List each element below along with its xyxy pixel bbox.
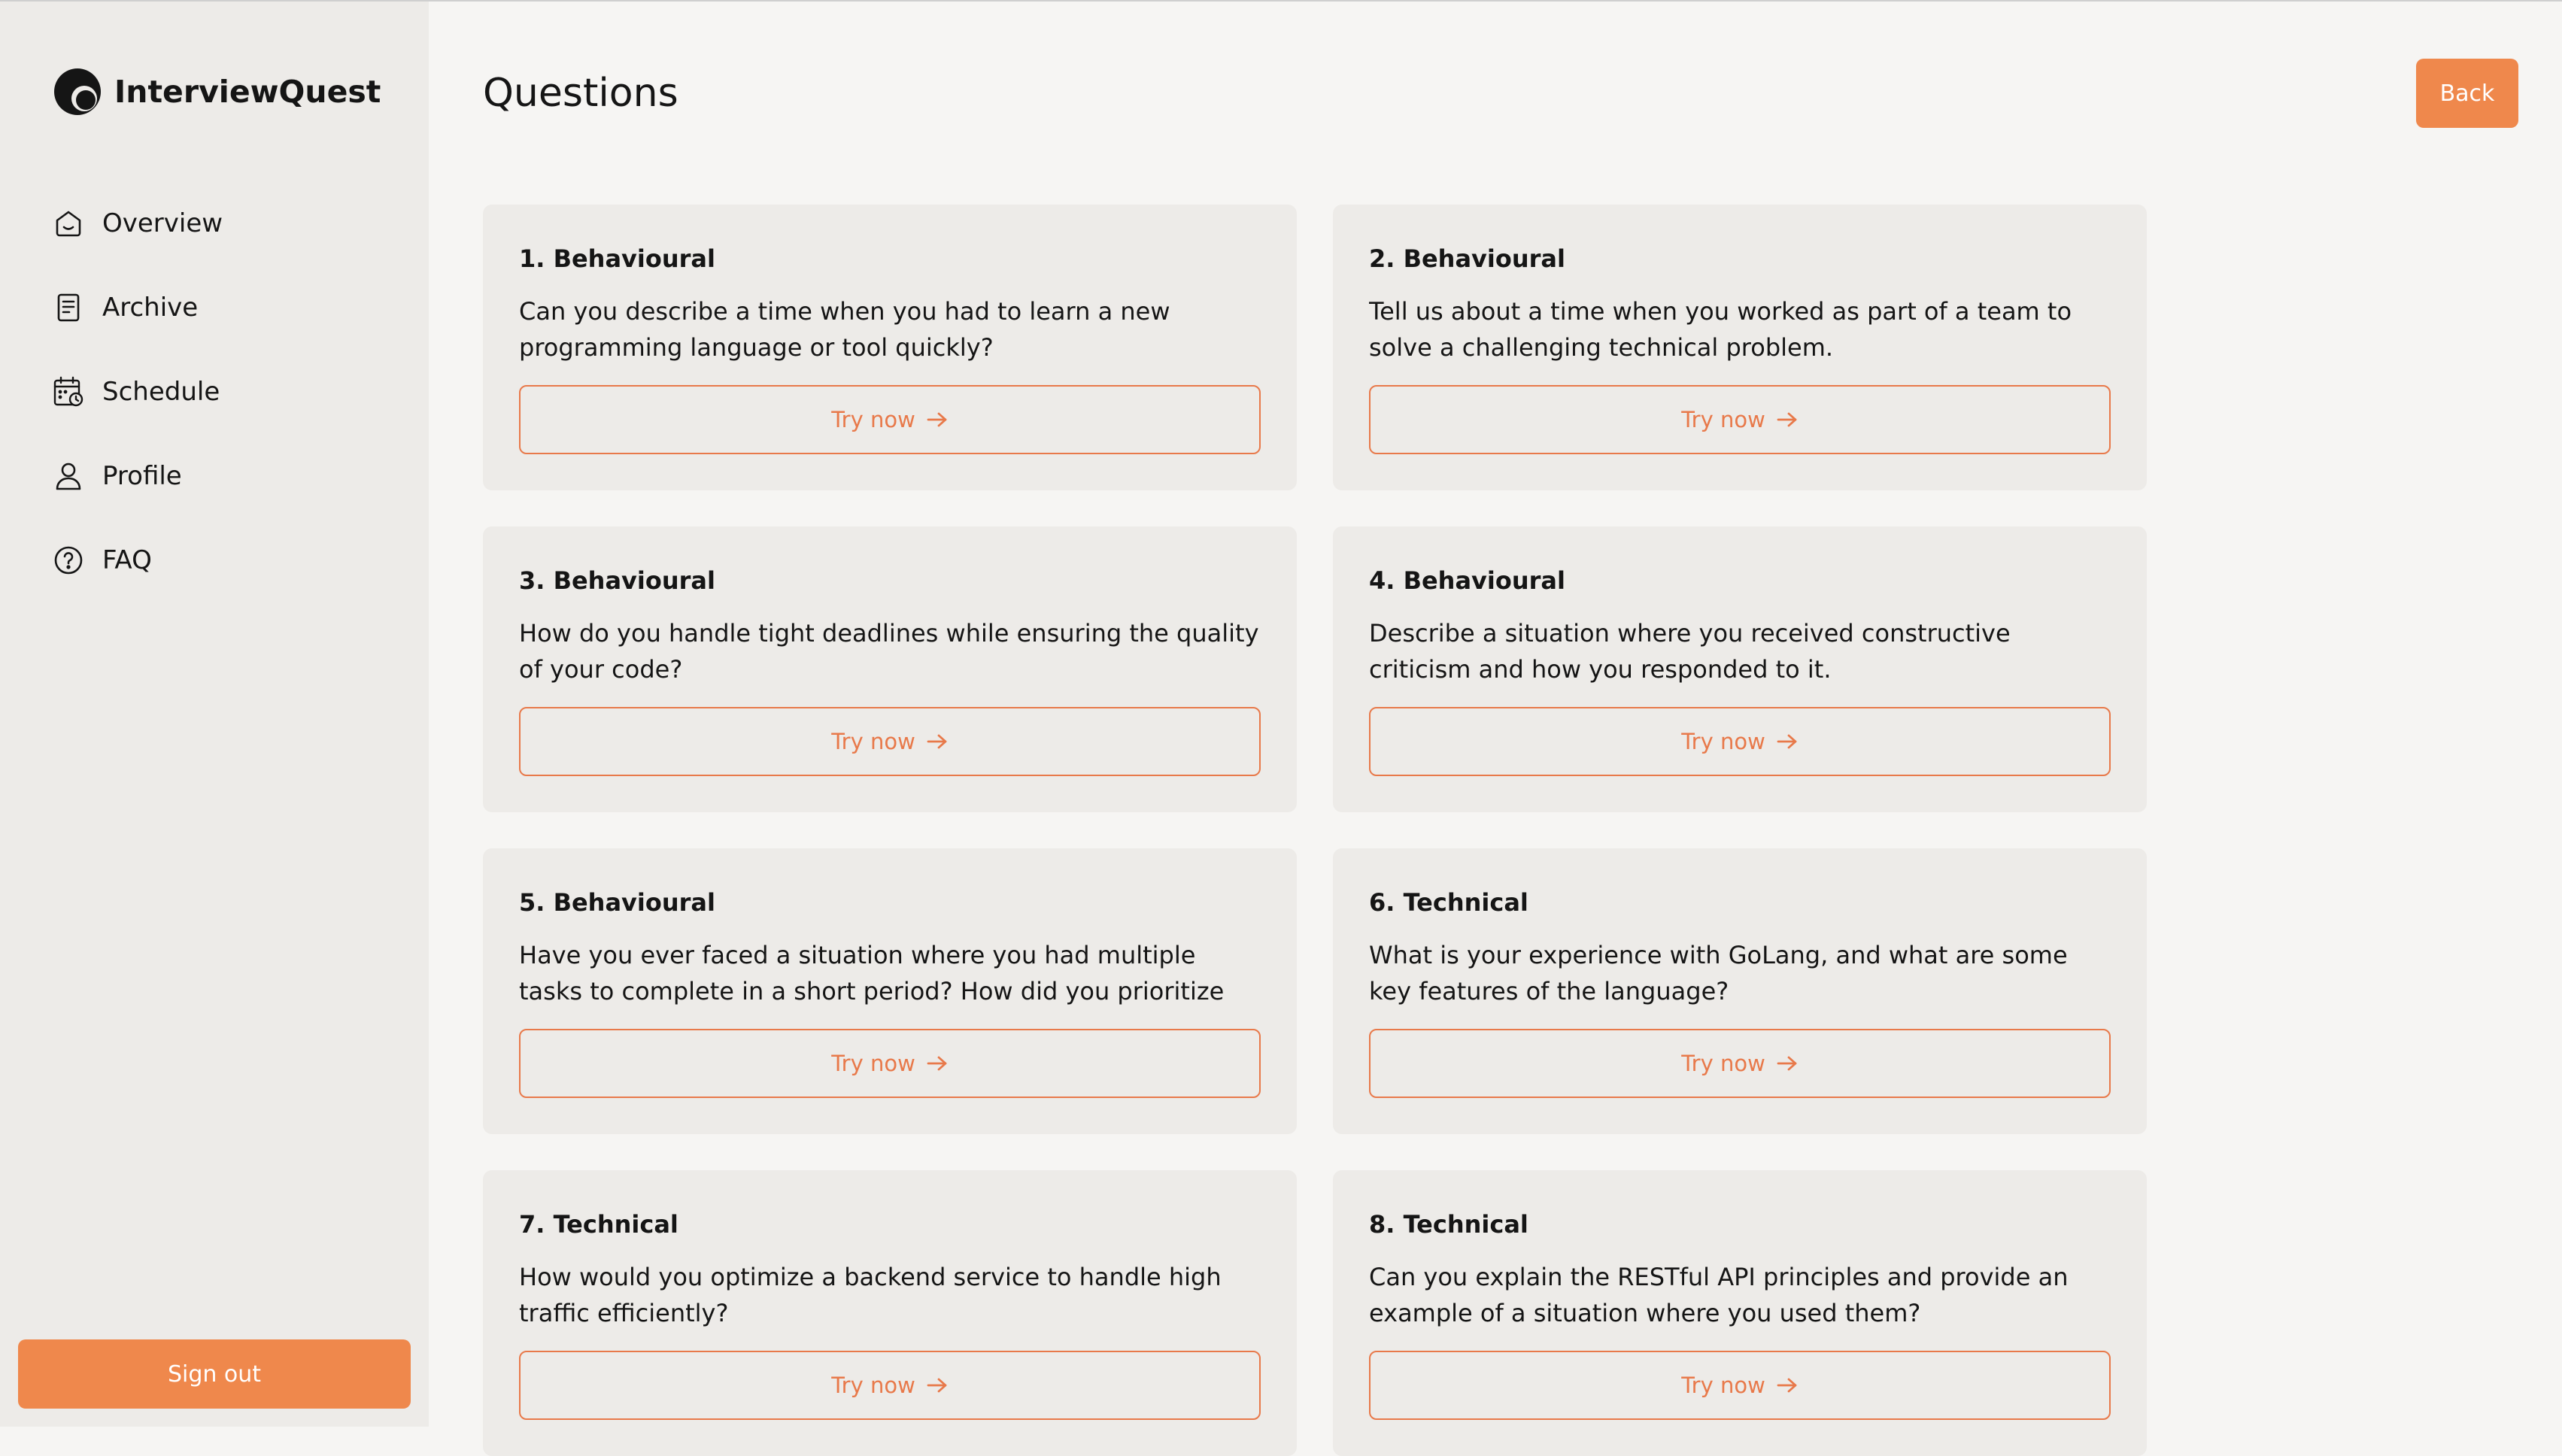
user-icon [56, 463, 81, 490]
question-title: 3. Behavioural [519, 566, 715, 595]
try-now-button[interactable]: Try now [1369, 707, 2111, 776]
try-now-button[interactable]: Try now [1369, 1351, 2111, 1420]
sign-out-button[interactable]: Sign out [18, 1339, 411, 1409]
sidebar-item-label: Archive [102, 293, 199, 323]
try-now-label: Try now [831, 407, 915, 432]
try-now-button[interactable]: Try now [519, 707, 1261, 776]
sidebar-item-profile[interactable]: Profile [53, 451, 384, 501]
try-now-label: Try now [831, 1373, 915, 1398]
page-title: Questions [483, 71, 678, 116]
sidebar-nav: Overview Archive Schedule Profile FAQ [53, 199, 384, 620]
brand-name: InterviewQuest [114, 74, 381, 110]
try-now-label: Try now [1681, 729, 1765, 754]
arrow-right-icon [927, 412, 947, 427]
help-circle-icon [54, 546, 83, 575]
question-text: Can you describe a time when you had to … [519, 297, 1170, 362]
sidebar-item-schedule[interactable]: Schedule [53, 367, 384, 417]
try-now-label: Try now [1681, 1051, 1765, 1076]
arrow-right-icon [1777, 734, 1797, 749]
document-icon [57, 293, 80, 322]
question-card: 2. Behavioural Tell us about a time when… [1333, 205, 2147, 490]
arrow-right-icon [927, 1056, 947, 1071]
question-text: Tell us about a time when you worked as … [1369, 297, 2072, 362]
sidebar-item-label: Profile [102, 461, 182, 491]
try-now-label: Try now [1681, 1373, 1765, 1398]
question-text: Describe a situation where you received … [1369, 619, 2011, 684]
questions-grid: 1. Behavioural Can you describe a time w… [483, 205, 2148, 1456]
question-title: 4. Behavioural [1369, 566, 1565, 595]
question-card: 5. Behavioural Have you ever faced a sit… [483, 848, 1297, 1134]
try-now-button[interactable]: Try now [519, 1029, 1261, 1098]
try-now-button[interactable]: Try now [1369, 385, 2111, 454]
calendar-clock-icon [53, 376, 83, 407]
question-card: 7. Technical How would you optimize a ba… [483, 1170, 1297, 1456]
sidebar-item-overview[interactable]: Overview [53, 199, 384, 248]
arrow-right-icon [927, 734, 947, 749]
try-now-label: Try now [831, 729, 915, 754]
brand[interactable]: InterviewQuest [53, 66, 381, 117]
sidebar-item-label: FAQ [102, 545, 152, 575]
back-button[interactable]: Back [2416, 59, 2518, 128]
arrow-right-icon [1777, 412, 1797, 427]
question-text: What is your experience with GoLang, and… [1369, 941, 2068, 1006]
question-card: 4. Behavioural Describe a situation wher… [1333, 526, 2147, 812]
question-title: 5. Behavioural [519, 888, 715, 917]
question-title: 1. Behavioural [519, 244, 715, 273]
sidebar-item-label: Schedule [102, 377, 220, 407]
sidebar-item-archive[interactable]: Archive [53, 283, 384, 332]
question-title: 7. Technical [519, 1210, 678, 1239]
question-card: 6. Technical What is your experience wit… [1333, 848, 2147, 1134]
question-title: 2. Behavioural [1369, 244, 1565, 273]
try-now-label: Try now [831, 1051, 915, 1076]
sidebar: InterviewQuest Overview Archive Schedule… [0, 2, 429, 1427]
arrow-right-icon [927, 1378, 947, 1393]
question-title: 8. Technical [1369, 1210, 1528, 1239]
arrow-right-icon [1777, 1056, 1797, 1071]
question-text: How would you optimize a backend service… [519, 1263, 1222, 1327]
question-text: How do you handle tight deadlines while … [519, 619, 1259, 684]
try-now-button[interactable]: Try now [1369, 1029, 2111, 1098]
sidebar-item-label: Overview [102, 208, 223, 238]
sidebar-item-faq[interactable]: FAQ [53, 535, 384, 585]
home-icon [56, 211, 81, 237]
question-title: 6. Technical [1369, 888, 1528, 917]
arrow-right-icon [1777, 1378, 1797, 1393]
logo-icon [54, 68, 101, 115]
question-text: Have you ever faced a situation where yo… [519, 941, 1225, 1006]
try-now-button[interactable]: Try now [519, 1351, 1261, 1420]
try-now-button[interactable]: Try now [519, 385, 1261, 454]
question-card: 1. Behavioural Can you describe a time w… [483, 205, 1297, 490]
question-text: Can you explain the RESTful API principl… [1369, 1263, 2069, 1327]
question-card: 8. Technical Can you explain the RESTful… [1333, 1170, 2147, 1456]
try-now-label: Try now [1681, 407, 1765, 432]
question-card: 3. Behavioural How do you handle tight d… [483, 526, 1297, 812]
